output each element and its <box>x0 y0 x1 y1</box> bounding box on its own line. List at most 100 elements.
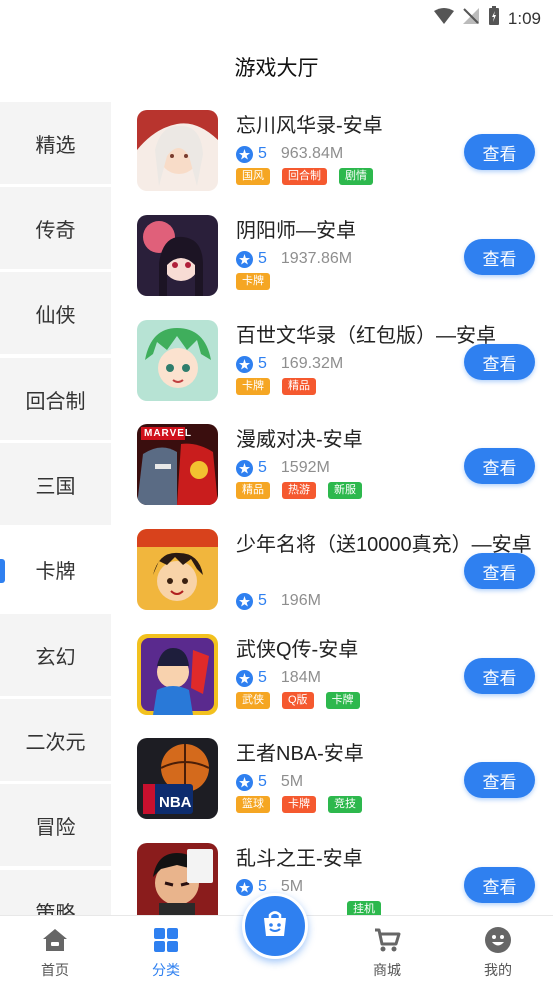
game-meta: 5 963.84M <box>236 145 343 163</box>
battery-icon <box>488 6 500 31</box>
sidebar-item-kapai[interactable]: 卡牌 <box>0 528 111 610</box>
game-row[interactable]: 少年名将（送10000真充）—安卓 5 196M 查看 <box>111 521 553 625</box>
tag: 回合制 <box>282 168 327 185</box>
view-button[interactable]: 查看 <box>464 658 535 694</box>
game-row[interactable]: 阴阳师—安卓 5 1937.86M 卡牌 查看 <box>111 207 553 311</box>
game-rating: 5 <box>258 355 267 372</box>
nav-item-home[interactable]: 首页 <box>10 916 100 983</box>
tag: 热游 <box>282 482 316 499</box>
game-row[interactable]: 乱斗之王-安卓 5 5M 挂机 查看 <box>111 835 553 915</box>
tag: 国风 <box>236 168 270 185</box>
category-sidebar: 精选 传奇 仙侠 回合制 三国 卡牌 玄幻 二次元 冒险 策略 <box>0 102 111 915</box>
cart-icon <box>373 926 401 954</box>
game-meta: 5 184M <box>236 669 321 687</box>
shop-bag-button[interactable] <box>242 893 308 959</box>
game-icon: NBA <box>137 738 218 819</box>
tag-list: 武侠 Q版 卡牌 <box>236 692 360 709</box>
sidebar-item-label: 策略 <box>35 902 76 916</box>
tag: 卡牌 <box>236 378 270 395</box>
sidebar-item-chuanqi[interactable]: 传奇 <box>0 187 111 269</box>
view-button[interactable]: 查看 <box>464 448 535 484</box>
game-rating: 5 <box>258 250 267 267</box>
game-size: 184M <box>280 669 321 686</box>
tag: 卡牌 <box>282 796 316 813</box>
sidebar-item-sanguo[interactable]: 三国 <box>0 443 111 525</box>
sidebar-item-huihezhi[interactable]: 回合制 <box>0 358 111 440</box>
star-icon <box>236 878 253 896</box>
nav-item-category[interactable]: 分类 <box>121 916 211 983</box>
game-icon <box>137 529 218 610</box>
star-icon <box>236 459 253 477</box>
tag: 卡牌 <box>236 273 270 290</box>
game-row[interactable]: 忘川风华录-安卓 5 963.84M 国风 回合制 剧情 查看 <box>111 102 553 206</box>
game-size: 169.32M <box>280 355 344 372</box>
sidebar-item-label: 精选 <box>35 134 76 157</box>
tag: 精品 <box>282 378 316 395</box>
nav-item-shop[interactable]: 商城 <box>342 916 432 983</box>
game-row[interactable]: 武侠Q传-安卓 5 184M 武侠 Q版 卡牌 查看 <box>111 626 553 730</box>
star-icon <box>236 250 253 268</box>
nav-label: 我的 <box>484 962 512 978</box>
view-button[interactable]: 查看 <box>464 762 535 798</box>
star-icon <box>236 145 253 163</box>
tag-list: 篮球 卡牌 竞技 <box>236 796 362 813</box>
sidebar-item-label: 传奇 <box>35 219 76 242</box>
sidebar-item-xuanhuan[interactable]: 玄幻 <box>0 614 111 696</box>
view-button[interactable]: 查看 <box>464 239 535 275</box>
tag-list: 国风 回合制 剧情 <box>236 168 373 185</box>
home-icon <box>41 926 69 954</box>
sidebar-item-label: 三国 <box>35 475 76 498</box>
no-signal-icon <box>462 7 480 30</box>
view-button[interactable]: 查看 <box>464 553 535 589</box>
sidebar-item-label: 冒险 <box>35 816 76 839</box>
status-icons: 1:09 <box>433 6 541 31</box>
view-button[interactable]: 查看 <box>464 134 535 170</box>
tag: 剧情 <box>339 168 373 185</box>
tag: Q版 <box>282 692 314 709</box>
view-button[interactable]: 查看 <box>464 344 535 380</box>
game-rating: 5 <box>258 145 267 162</box>
shopping-bag-icon <box>259 908 291 945</box>
game-row[interactable]: 百世文华录（红包版）—安卓 5 169.32M 卡牌 精品 查看 <box>111 312 553 416</box>
game-size: 963.84M <box>280 145 344 162</box>
tag: 篮球 <box>236 796 270 813</box>
nav-item-profile[interactable]: 我的 <box>453 916 543 983</box>
game-meta: 5 196M <box>236 592 321 610</box>
tag: 竞技 <box>328 796 362 813</box>
game-rating: 5 <box>258 592 267 609</box>
marvel-logo: MARVEL <box>144 428 193 439</box>
profile-icon <box>484 926 512 954</box>
status-time: 1:09 <box>507 8 541 28</box>
sidebar-item-erciyuan[interactable]: 二次元 <box>0 699 111 781</box>
sidebar-item-label: 玄幻 <box>35 646 76 669</box>
status-bar: 1:09 <box>0 0 553 32</box>
sidebar-item-jingxuan[interactable]: 精选 <box>0 102 111 184</box>
game-size: 5M <box>280 773 304 790</box>
sidebar-item-label: 回合制 <box>25 390 86 413</box>
star-icon <box>236 592 253 610</box>
game-meta: 5 5M <box>236 773 303 791</box>
sidebar-item-label: 卡牌 <box>35 560 76 583</box>
game-meta: 5 1937.86M <box>236 250 352 268</box>
game-size: 1937.86M <box>280 250 353 267</box>
game-icon: MARVEL <box>137 424 218 505</box>
view-button[interactable]: 查看 <box>464 867 535 903</box>
sidebar-item-xianxia[interactable]: 仙侠 <box>0 272 111 354</box>
game-rating: 5 <box>258 773 267 790</box>
game-rating: 5 <box>258 669 267 686</box>
sidebar-item-maoxian[interactable]: 冒险 <box>0 784 111 866</box>
tag: 新服 <box>328 482 362 499</box>
tag: 武侠 <box>236 692 270 709</box>
game-icon <box>137 843 218 915</box>
tag-list: 卡牌 精品 <box>236 378 316 395</box>
game-row[interactable]: MARVEL 漫威对决-安卓 5 1592M 精品 热游 新服 查看 <box>111 416 553 520</box>
tag: 精品 <box>236 482 270 499</box>
tag-list: 挂机 <box>347 901 381 915</box>
sidebar-item-celue[interactable]: 策略 <box>0 870 111 915</box>
nav-label: 商城 <box>373 962 401 978</box>
game-icon <box>137 634 218 715</box>
tag: 卡牌 <box>325 692 360 709</box>
active-indicator <box>0 559 5 583</box>
game-icon <box>137 110 218 191</box>
game-row[interactable]: NBA 王者NBA-安卓 5 5M 篮球 卡牌 竞技 查看 <box>111 730 553 834</box>
